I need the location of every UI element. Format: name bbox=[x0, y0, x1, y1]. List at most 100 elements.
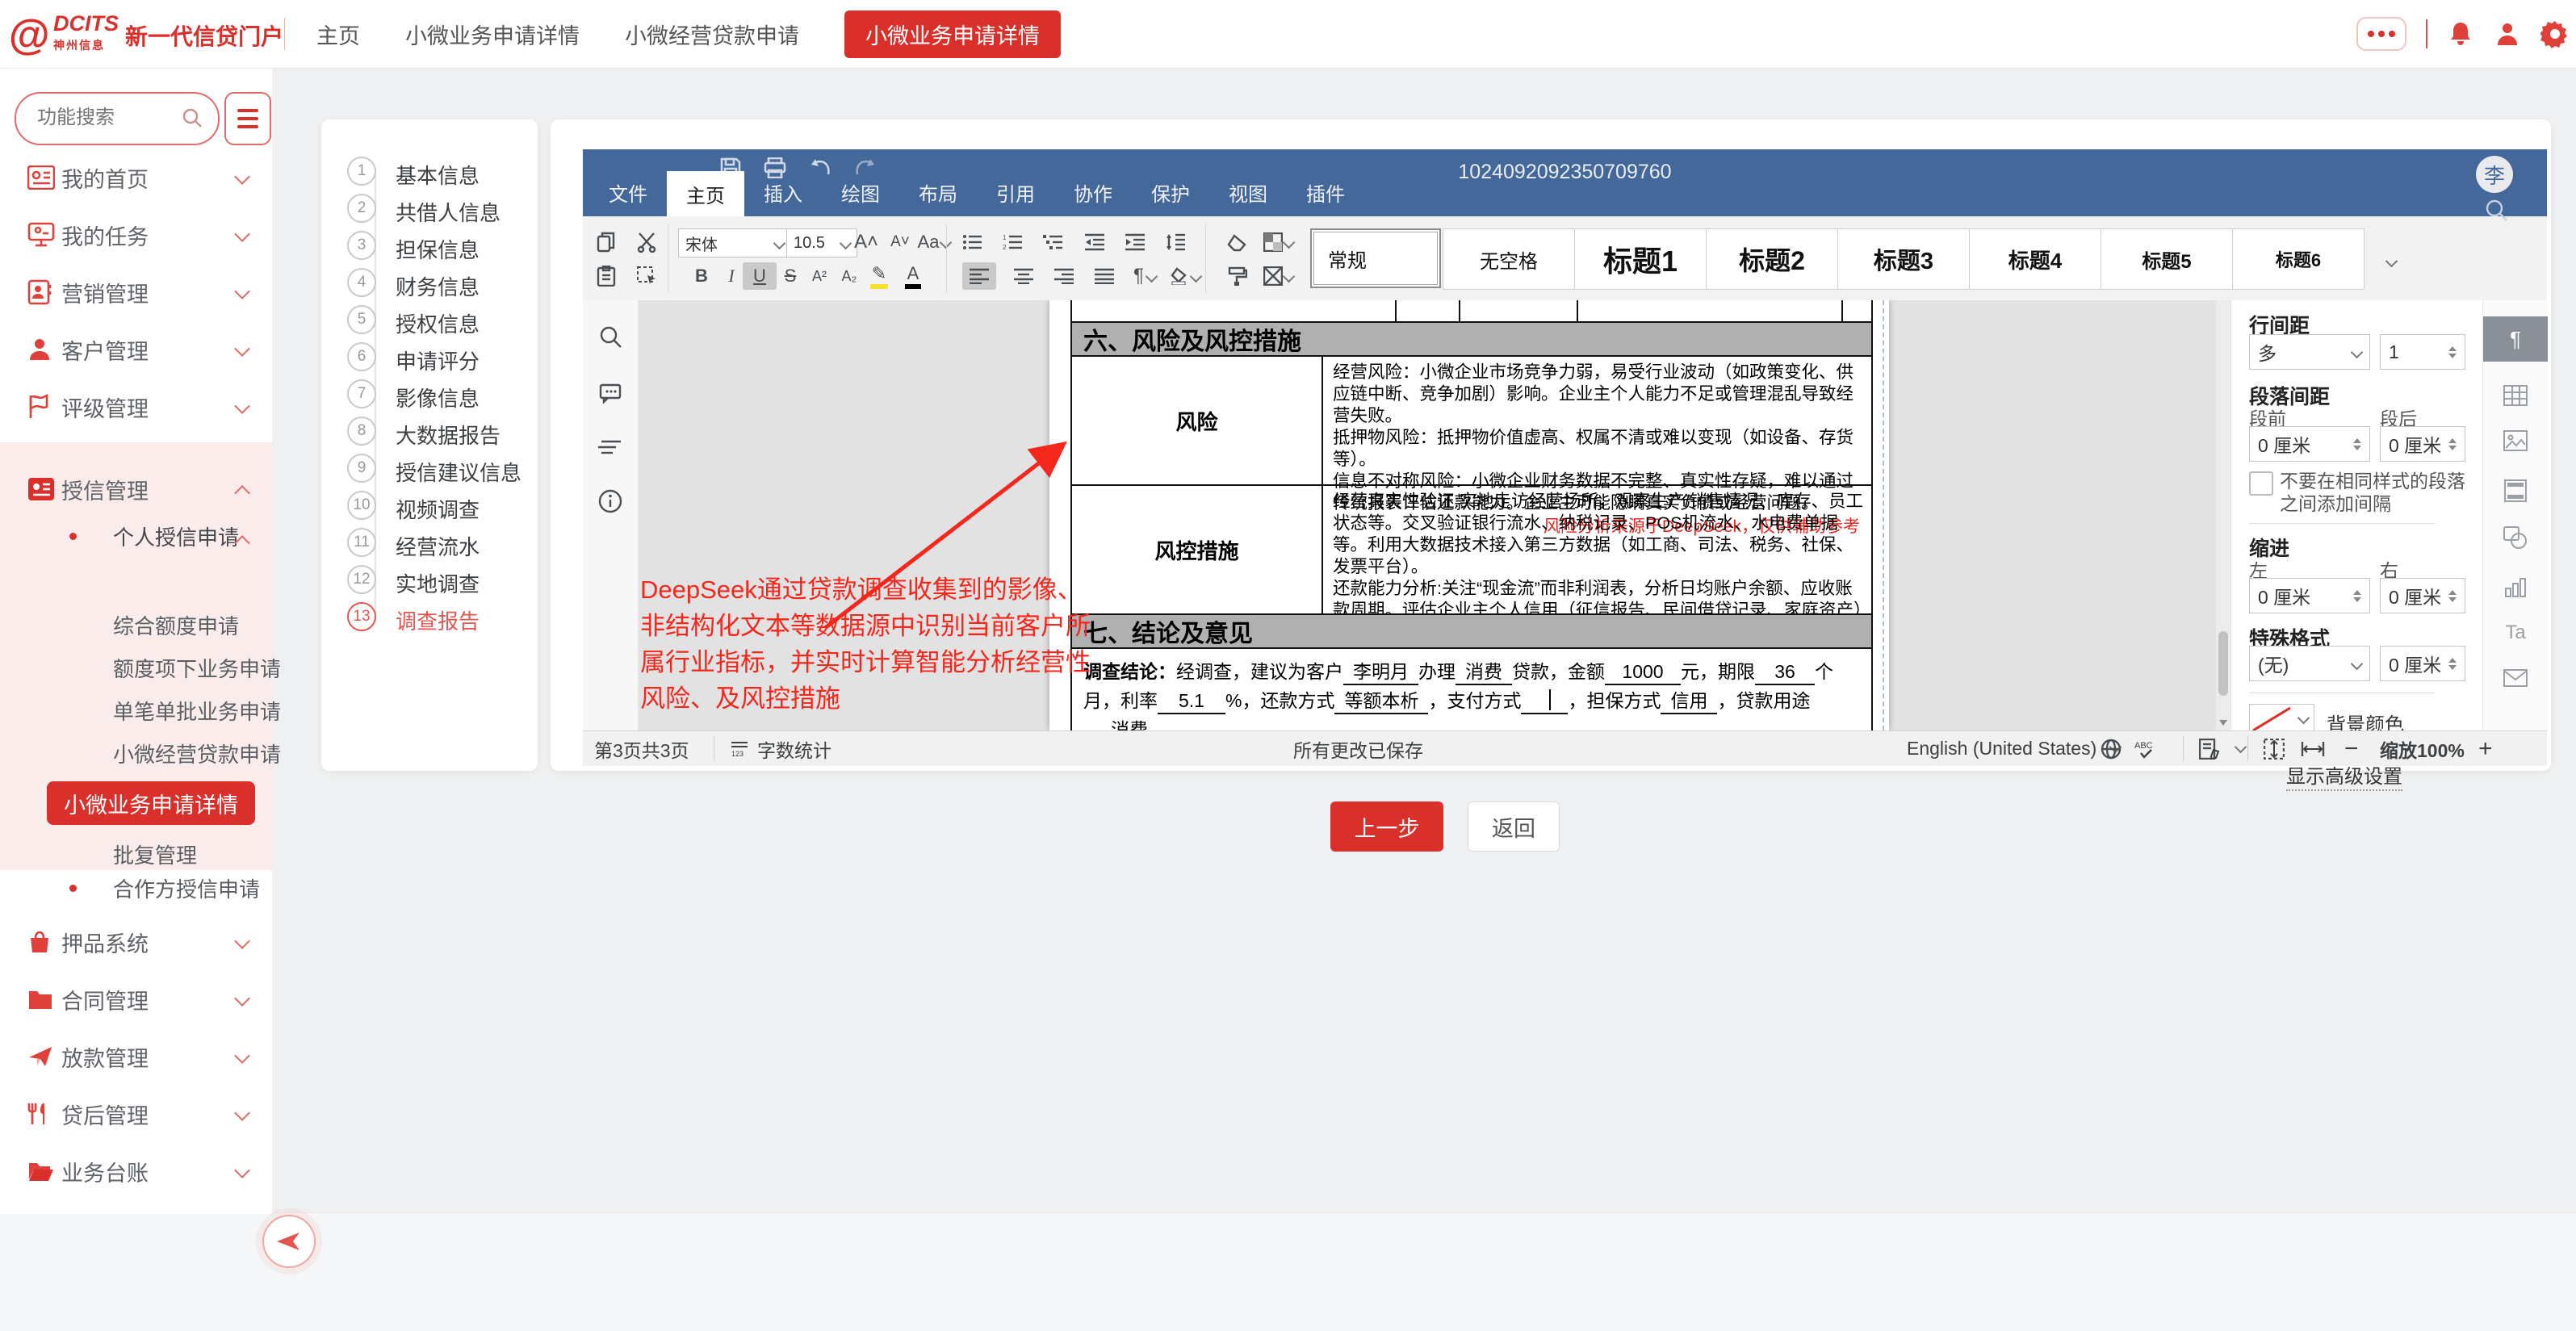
prev-step-button[interactable]: 上一步 bbox=[1330, 802, 1443, 852]
step-item-2[interactable]: 2共借人信息 bbox=[321, 190, 538, 227]
spellcheck-icon[interactable]: ABC bbox=[2134, 731, 2162, 766]
mail-merge-panel-icon[interactable] bbox=[2498, 660, 2533, 696]
style-heading3[interactable]: 标题3 bbox=[1837, 228, 1970, 290]
sidebar-item-customers[interactable]: 客户管理 bbox=[0, 327, 272, 372]
no-space-checkbox[interactable] bbox=[2249, 471, 2273, 496]
tab-home[interactable]: 主页 bbox=[316, 19, 360, 50]
superscript-icon[interactable]: A² bbox=[802, 262, 836, 290]
align-center-icon[interactable] bbox=[1007, 262, 1041, 290]
style-heading5[interactable]: 标题5 bbox=[2101, 228, 2233, 290]
align-left-icon[interactable] bbox=[962, 262, 996, 290]
info-icon[interactable] bbox=[597, 488, 624, 515]
align-right-icon[interactable] bbox=[1047, 262, 1081, 290]
justify-icon[interactable] bbox=[1087, 262, 1121, 290]
track-changes-icon[interactable] bbox=[2199, 731, 2245, 766]
underline-icon[interactable]: U bbox=[743, 262, 777, 290]
grow-font-icon[interactable]: A˄ bbox=[849, 228, 883, 256]
word-count[interactable]: 123 字数统计 bbox=[730, 731, 831, 766]
conclusion-paragraph[interactable]: 调查结论：经调查，建议为客户李明月办理消费贷款，金额1000元，期限36个月，利… bbox=[1070, 649, 1873, 730]
paragraph-mark-icon[interactable]: ¶ bbox=[1128, 262, 1162, 290]
line-spacing-value[interactable]: 1 bbox=[2380, 334, 2465, 370]
document-scrollbar[interactable] bbox=[2216, 300, 2230, 730]
field-repayment-method[interactable]: 等额本析 bbox=[1334, 689, 1428, 714]
sidebar-item-micro-loan-apply[interactable]: 小微经营贷款申请 bbox=[113, 739, 281, 768]
sidebar-item-approval-mgmt[interactable]: 批复管理 bbox=[113, 839, 197, 869]
special-format-select[interactable]: (无) bbox=[2249, 646, 2370, 681]
chart-panel-icon[interactable] bbox=[2498, 570, 2533, 605]
fit-page-icon[interactable] bbox=[2264, 731, 2285, 766]
increase-indent-icon[interactable] bbox=[1119, 228, 1153, 256]
zoom-level[interactable]: 缩放100% bbox=[2380, 731, 2465, 766]
menu-insert[interactable]: 插入 bbox=[744, 171, 822, 213]
zoom-out-button[interactable]: − bbox=[2344, 731, 2359, 766]
back-button[interactable]: 返回 bbox=[1468, 802, 1560, 852]
menu-home[interactable]: 主页 bbox=[667, 171, 744, 216]
menu-file[interactable]: 文件 bbox=[589, 171, 667, 213]
search-icon[interactable] bbox=[181, 107, 203, 129]
menu-layout[interactable]: 布局 bbox=[899, 171, 977, 213]
shading-icon[interactable] bbox=[1168, 262, 1202, 290]
navigation-icon[interactable] bbox=[597, 434, 624, 462]
step-item-9[interactable]: 9授信建议信息 bbox=[321, 450, 538, 487]
sidebar-item-marketing[interactable]: 营销管理 bbox=[0, 270, 272, 315]
globe-icon[interactable] bbox=[2101, 731, 2122, 766]
sidebar-item-disbursement[interactable]: 放款管理 bbox=[0, 1034, 272, 1079]
step-item-7[interactable]: 7影像信息 bbox=[321, 375, 538, 412]
step-item-10[interactable]: 10视频调查 bbox=[321, 487, 538, 524]
field-rate[interactable]: 5.1 bbox=[1158, 689, 1225, 714]
line-spacing-select[interactable]: 多 bbox=[2249, 334, 2370, 370]
copy-icon[interactable] bbox=[589, 228, 623, 256]
tab-micro-loan-apply[interactable]: 小微经营贷款申请 bbox=[625, 19, 799, 50]
page-indicator[interactable]: 第3页共3页 bbox=[594, 731, 689, 766]
step-item-8[interactable]: 8大数据报告 bbox=[321, 412, 538, 450]
menu-references[interactable]: 引用 bbox=[977, 171, 1054, 213]
search-input[interactable] bbox=[36, 102, 176, 134]
style-heading2[interactable]: 标题2 bbox=[1706, 228, 1838, 290]
find-icon[interactable] bbox=[597, 323, 624, 350]
language-select[interactable]: English (United States) bbox=[1907, 731, 2120, 766]
sidebar-item-my-tasks[interactable]: 我的任务 bbox=[0, 212, 272, 257]
step-item-5[interactable]: 5授权信息 bbox=[321, 301, 538, 338]
menu-protection[interactable]: 保护 bbox=[1132, 171, 1209, 213]
field-guarantee-method[interactable]: 信用 bbox=[1661, 689, 1717, 714]
menu-collaboration[interactable]: 协作 bbox=[1054, 171, 1132, 213]
line-spacing-icon[interactable] bbox=[1159, 228, 1193, 256]
step-item-1[interactable]: 1基本信息 bbox=[321, 153, 538, 190]
special-format-value[interactable]: 0 厘米 bbox=[2380, 646, 2465, 681]
bullet-list-icon[interactable] bbox=[956, 228, 990, 256]
field-loan-type[interactable]: 消费 bbox=[1456, 659, 1512, 685]
multilevel-list-icon[interactable] bbox=[1037, 228, 1070, 256]
indent-left-input[interactable]: 0 厘米 bbox=[2249, 578, 2370, 613]
style-heading6[interactable]: 标题6 bbox=[2232, 228, 2364, 290]
numbered-list-icon[interactable]: 12 bbox=[996, 228, 1030, 256]
step-item-3[interactable]: 3担保信息 bbox=[321, 227, 538, 264]
collapse-float-button[interactable] bbox=[262, 1215, 316, 1268]
field-amount[interactable]: 1000 bbox=[1605, 659, 1681, 685]
paste-icon[interactable] bbox=[589, 262, 623, 290]
gear-icon[interactable] bbox=[2540, 19, 2570, 48]
fit-width-icon[interactable] bbox=[2301, 731, 2325, 766]
menu-draw[interactable]: 绘图 bbox=[822, 171, 899, 213]
style-heading4[interactable]: 标题4 bbox=[1969, 228, 2101, 290]
cut-icon[interactable] bbox=[630, 228, 664, 256]
styles-gallery-chevron-icon[interactable] bbox=[2371, 247, 2405, 274]
step-item-13-active[interactable]: 13调查报告 bbox=[321, 598, 538, 635]
highlight-color-icon[interactable]: ✎ bbox=[862, 262, 896, 290]
avatar[interactable]: 李 bbox=[2476, 156, 2513, 193]
step-item-4[interactable]: 4财务信息 bbox=[321, 264, 538, 301]
format-painter-icon[interactable] bbox=[1221, 262, 1254, 290]
table-panel-icon[interactable] bbox=[2498, 378, 2533, 413]
subscript-icon[interactable]: A₂ bbox=[832, 262, 866, 290]
field-customer-name[interactable]: 李明月 bbox=[1343, 659, 1418, 685]
shape-panel-icon[interactable] bbox=[2498, 520, 2533, 555]
image-panel-icon[interactable] bbox=[2498, 423, 2533, 458]
select-icon[interactable] bbox=[630, 262, 664, 290]
paragraph-panel-icon[interactable]: ¶ bbox=[2483, 316, 2548, 362]
bold-icon[interactable]: B bbox=[685, 262, 718, 290]
font-name-select[interactable]: 宋体 bbox=[678, 228, 791, 257]
spacing-before-input[interactable]: 0 厘米 bbox=[2249, 426, 2370, 462]
comments-icon[interactable] bbox=[597, 379, 624, 407]
step-item-12[interactable]: 12实地调查 bbox=[321, 561, 538, 598]
font-size-select[interactable]: 10.5 bbox=[786, 228, 857, 257]
font-color-icon[interactable]: A bbox=[896, 262, 930, 290]
